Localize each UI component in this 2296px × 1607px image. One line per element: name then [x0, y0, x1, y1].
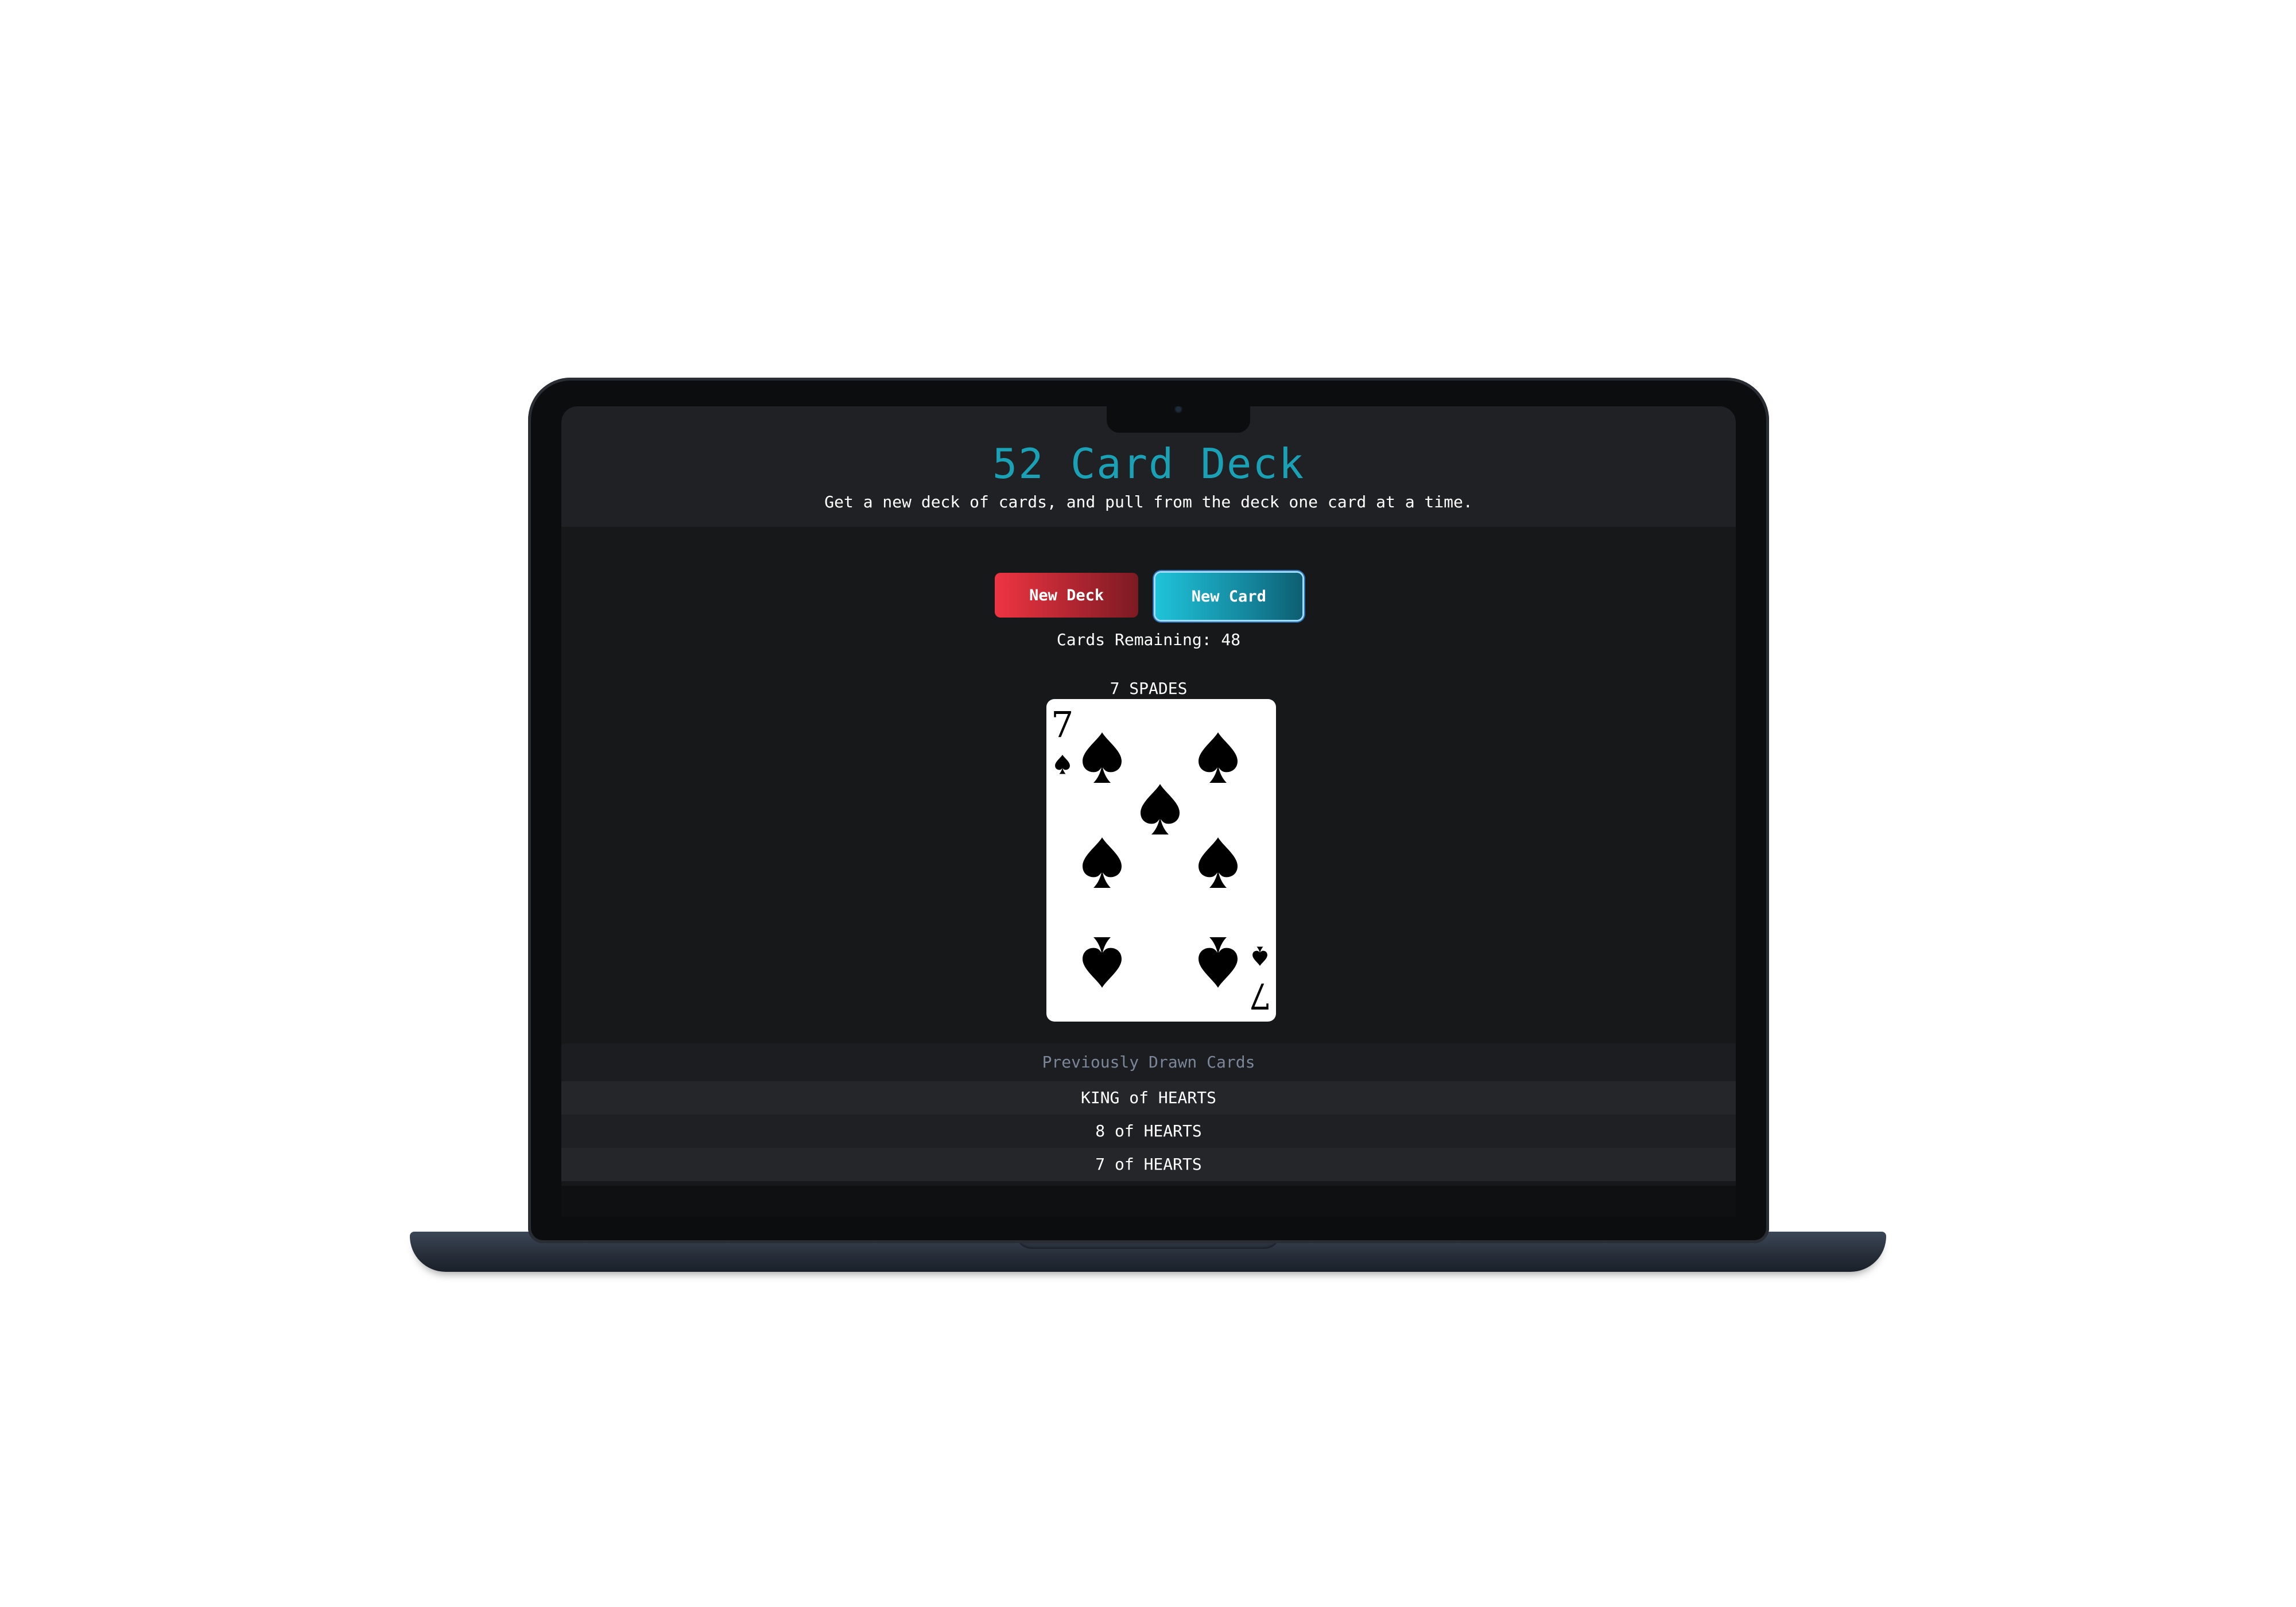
screen-bottom-bezel — [561, 1186, 1736, 1217]
current-card-label: 7 SPADES — [1110, 679, 1188, 698]
page-subtitle: Get a new deck of cards, and pull from t… — [824, 492, 1473, 511]
new-deck-button[interactable]: New Deck — [995, 573, 1139, 618]
cards-remaining: Cards Remaining: 48 — [1056, 630, 1241, 649]
seven-of-spades-image: 7 7 — [1051, 704, 1271, 1017]
corner-index-bottom: 7 — [1249, 946, 1271, 1017]
button-group: New Deck New Card — [561, 573, 1736, 621]
laptop-lid: 52 Card Deck Get a new deck of cards, an… — [528, 378, 1769, 1243]
svg-text:7: 7 — [1249, 975, 1271, 1017]
camera-icon — [1176, 406, 1181, 412]
drawn-cards-heading: Previously Drawn Cards — [561, 1043, 1736, 1081]
spade-icon — [1083, 732, 1238, 988]
camera-notch — [1107, 406, 1250, 433]
list-item: KING of HEARTS — [561, 1081, 1736, 1115]
svg-text:7: 7 — [1051, 704, 1073, 746]
drawn-cards-list: Previously Drawn Cards KING of HEARTS 8 … — [561, 1043, 1736, 1181]
new-card-button[interactable]: New Card — [1155, 573, 1302, 620]
laptop-mockup: 52 Card Deck Get a new deck of cards, an… — [0, 0, 2296, 1607]
app-screen: 52 Card Deck Get a new deck of cards, an… — [561, 406, 1736, 1217]
playing-card: 7 7 — [1046, 699, 1276, 1022]
corner-index-top: 7 — [1051, 704, 1073, 774]
page-title: 52 Card Deck — [992, 440, 1305, 488]
list-item: 7 of HEARTS — [561, 1148, 1736, 1181]
list-item: 8 of HEARTS — [561, 1115, 1736, 1148]
